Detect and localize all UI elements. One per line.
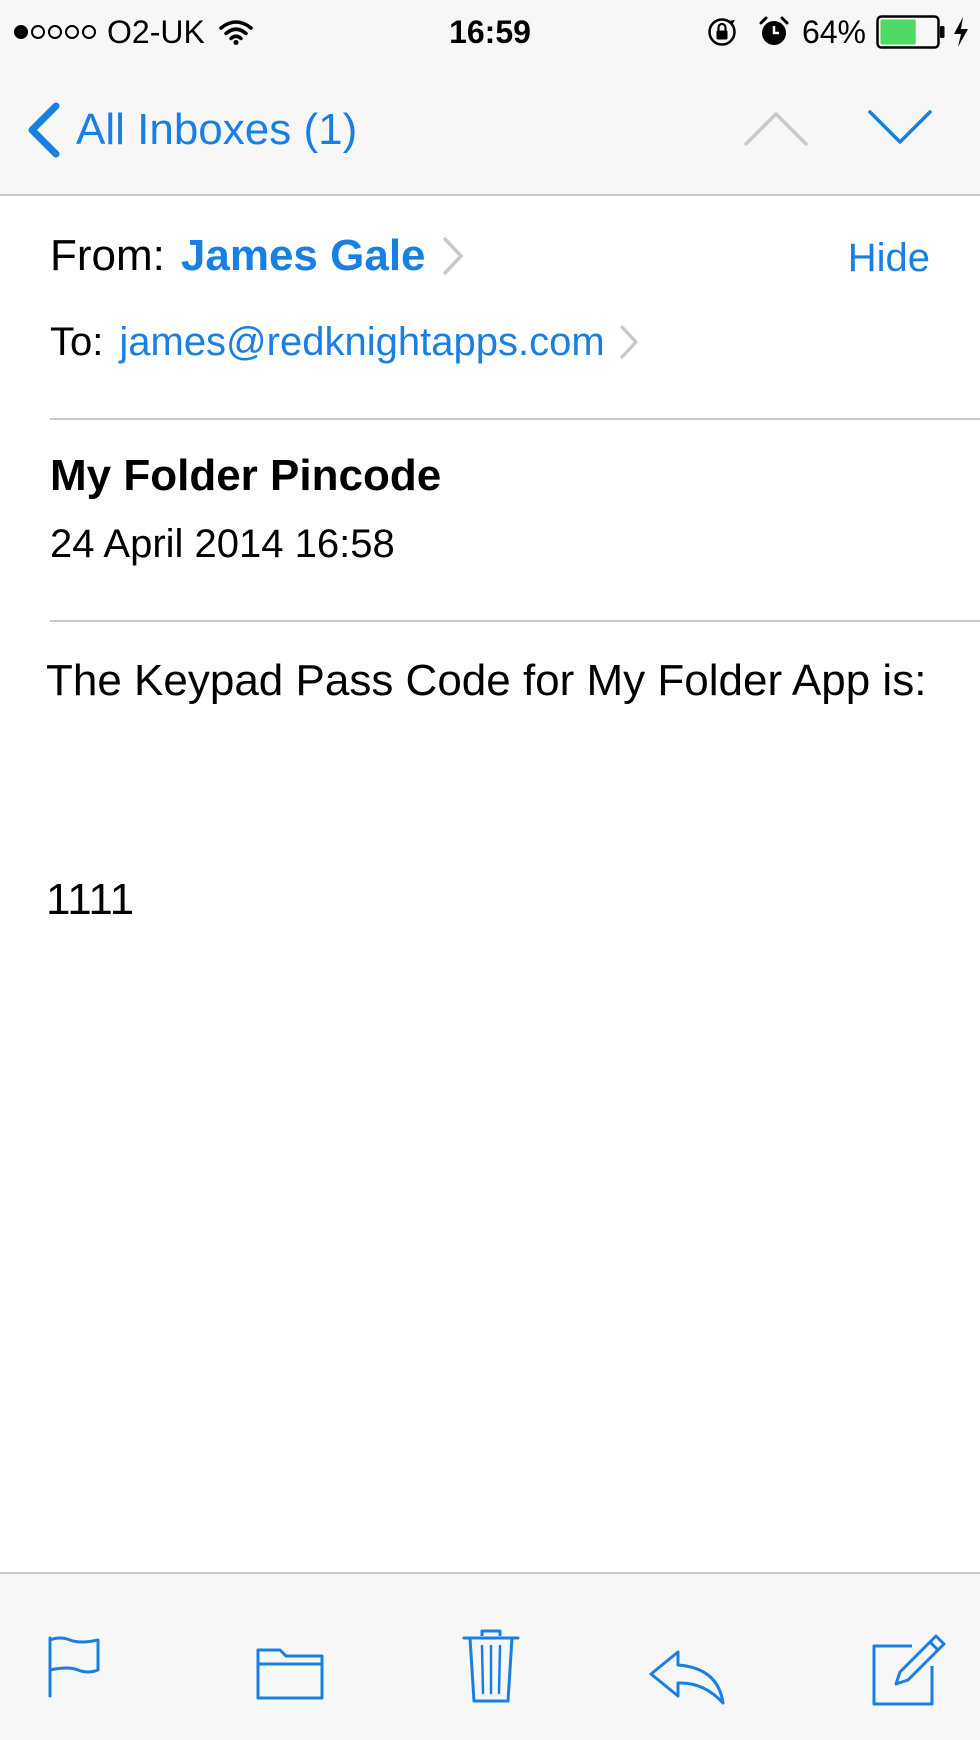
to-label: To: [50,319,104,364]
from-label: From: [50,231,165,280]
battery-percent: 64% [801,14,866,50]
battery-icon [876,15,945,49]
sender-name[interactable]: James Gale [181,231,426,281]
recipient-address[interactable]: james@redknightapps.com [119,320,604,365]
status-bar: O2-UK 16:59 64% [0,0,980,66]
compose-icon [872,1634,946,1706]
alarm-icon [759,16,789,45]
trash-icon [462,1629,520,1703]
chevron-right-icon[interactable] [442,236,464,276]
rotation-lock-icon [708,18,736,46]
message-body-text: The Keypad Pass Code for My Folder App i… [46,656,927,705]
chevron-right-icon[interactable] [619,324,639,360]
back-button[interactable]: All Inboxes (1) [22,92,357,168]
navigation-bar: All Inboxes (1) [0,66,980,196]
battery-fill [880,19,916,45]
header-divider [50,418,980,420]
hide-button[interactable]: Hide [848,232,930,284]
delete-button[interactable] [462,1628,520,1704]
back-chevron-icon [28,102,60,158]
message-subject: My Folder Pincode [50,451,442,500]
folder-icon [256,1648,324,1700]
reply-button[interactable] [648,1648,726,1706]
back-button-label: All Inboxes (1) [76,105,358,154]
reply-icon [649,1650,725,1705]
charging-icon [954,17,968,47]
flag-button[interactable] [46,1634,102,1698]
bottom-toolbar [0,1572,980,1740]
chevron-up-icon[interactable] [742,106,810,150]
status-right: 64% [706,12,970,52]
from-row: From: James Gale [50,228,464,284]
chevron-down-icon[interactable] [866,106,934,150]
message-date: 24 April 2014 16:58 [50,522,395,566]
to-row: To: james@redknightapps.com [50,316,639,368]
message-body-code: 1111 [46,875,135,924]
move-to-folder-button[interactable] [256,1646,324,1700]
subject-divider [50,620,980,622]
flag-icon [48,1636,100,1698]
compose-button[interactable] [870,1632,946,1708]
